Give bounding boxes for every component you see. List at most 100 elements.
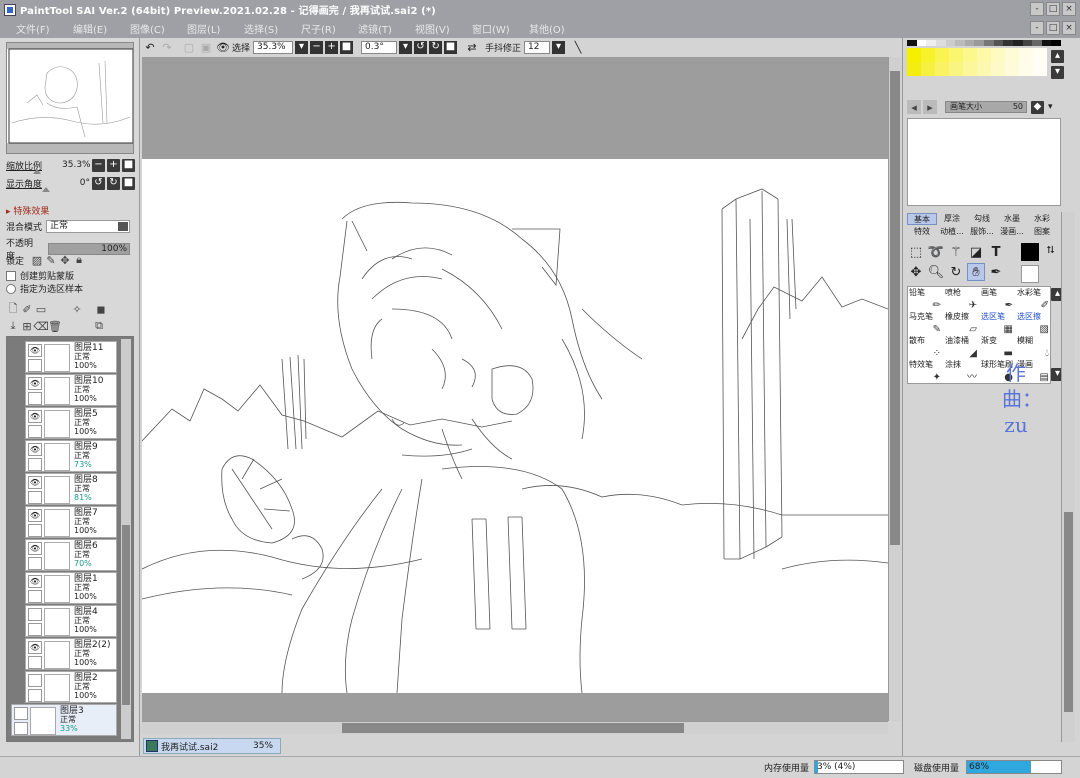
menu-other[interactable]: 其他(O) <box>513 21 570 36</box>
eye-icon[interactable]: 👁︎ <box>28 443 42 456</box>
layer-row[interactable]: 图层2 正常 100% <box>25 671 117 703</box>
doc-minimize-button[interactable]: - <box>1030 21 1044 35</box>
rotate-reset-button[interactable]: ■ <box>122 176 135 190</box>
layer-link-checkbox[interactable] <box>14 722 28 735</box>
brush-cell[interactable]: 马克笔 ✎ <box>908 312 944 336</box>
text-icon[interactable]: T <box>987 243 1005 261</box>
tab-clothing[interactable]: 服饰... <box>967 226 997 238</box>
eyedropper-icon[interactable]: ✒ <box>987 263 1005 281</box>
move-icon[interactable]: ✥ <box>907 263 925 281</box>
new-layer-icon[interactable]: 🗋︎ <box>6 302 20 316</box>
eye-icon[interactable]: 👁︎ <box>28 344 42 357</box>
toolbar-zoom-dropdown[interactable]: ▾ <box>295 40 309 54</box>
minimize-button[interactable]: - <box>1030 2 1044 16</box>
stabilizer-dropdown[interactable]: ▾ <box>552 40 566 54</box>
merge-down-icon[interactable]: ⊞ <box>20 319 34 333</box>
layer-copy-icon[interactable]: ⧉ <box>92 319 106 333</box>
stabilizer-field[interactable]: 12 <box>524 40 551 54</box>
layer-row[interactable]: 👁︎ 图层2(2) 正常 100% <box>25 638 117 670</box>
flip-horizontal-icon[interactable]: ⇄ <box>465 40 479 54</box>
menu-ruler[interactable]: 尺子(R) <box>285 21 342 36</box>
undo-icon[interactable]: ↶ <box>143 40 157 54</box>
lock-move-icon[interactable]: ✥ <box>58 253 72 267</box>
layer-link-checkbox[interactable] <box>28 524 42 537</box>
layer-row[interactable]: 👁︎ 图层6 正常 70% <box>25 539 117 571</box>
tab-thick[interactable]: 厚涂 <box>937 213 967 225</box>
palette-scroll-up[interactable]: ▴ <box>1051 50 1064 63</box>
layer-link-checkbox[interactable] <box>28 458 42 471</box>
color-palette[interactable] <box>907 48 1047 76</box>
zoom-icon[interactable]: 🔍︎ <box>927 263 945 281</box>
brush-cell[interactable]: 画笔 ✒ <box>980 288 1016 312</box>
layer-link-checkbox[interactable] <box>28 359 42 372</box>
brush-menu-chevron-icon[interactable]: ▾ <box>1048 102 1053 112</box>
brush-cell[interactable]: 特效笔 ✦ <box>908 360 944 383</box>
rotate-icon[interactable]: ↻ <box>947 263 965 281</box>
layer-row[interactable]: 👁︎ 图层9 正常 73% <box>25 440 117 472</box>
doc-close-button[interactable]: × <box>1062 21 1076 35</box>
eye-icon[interactable]: 👁︎ <box>28 509 42 522</box>
zoom-slider-handle[interactable] <box>33 169 41 174</box>
layer-list-scrollbar[interactable] <box>121 339 131 739</box>
layer-link-checkbox[interactable] <box>28 623 42 636</box>
menu-view[interactable]: 视图(V) <box>399 21 456 36</box>
swap-colors-icon[interactable]: ⮁ <box>1041 241 1059 259</box>
menu-edit[interactable]: 编辑(E) <box>57 21 114 36</box>
palette-scroll-down[interactable]: ▾ <box>1051 66 1064 79</box>
layer-effect-icon[interactable]: ✧ <box>70 302 84 316</box>
document-tab[interactable]: 我再试试.sai2 35% <box>143 738 281 754</box>
tab-plants[interactable]: 动植... <box>937 226 967 238</box>
layer-link-checkbox[interactable] <box>28 590 42 603</box>
tab-lineart[interactable]: 勾线 <box>967 213 997 225</box>
effects-section-title[interactable]: ▸ 特殊效果 <box>6 204 49 217</box>
mask-icon[interactable]: ◼ <box>94 302 108 316</box>
rotate-left-button[interactable]: ↺ <box>92 176 105 190</box>
brush-cell[interactable]: 铅笔 ✏ <box>908 288 944 312</box>
lock-paint-icon[interactable]: ✎ <box>44 253 58 267</box>
menu-select[interactable]: 选择(S) <box>228 21 285 36</box>
tab-pattern[interactable]: 图案 <box>1027 226 1057 238</box>
layer-list[interactable]: 👁︎ 图层11 正常 100% 👁︎ 图层10 正常 100% 👁︎ 图层5 正常 100% 👁︎ 图层9… <box>6 336 134 742</box>
brush-cell[interactable]: 模糊 💧︎ <box>1016 336 1050 360</box>
secondary-color-swatch[interactable] <box>1021 265 1039 283</box>
brush-preset-prev-icon[interactable]: ◂ <box>907 100 921 114</box>
toolbar-angle-dropdown[interactable]: ▾ <box>399 40 413 54</box>
angle-value[interactable]: 0° <box>62 178 90 188</box>
right-panel-scrollbar[interactable] <box>1061 212 1075 742</box>
layer-row[interactable]: 图层3 正常 33% <box>11 704 117 736</box>
toolbar-rotate-right-button[interactable]: ↻ <box>429 40 443 54</box>
transfer-down-icon[interactable]: ⤓ <box>6 319 20 333</box>
tab-watercolor[interactable]: 水彩 <box>1027 213 1057 225</box>
eye-icon[interactable]: 👁︎ <box>28 575 42 588</box>
close-button[interactable]: × <box>1062 2 1076 16</box>
blend-mode-select[interactable]: 正常 <box>46 220 130 233</box>
layer-link-checkbox[interactable] <box>28 689 42 702</box>
layer-list-scroll-thumb[interactable] <box>122 525 130 705</box>
zoom-value[interactable]: 35.3% <box>62 160 91 170</box>
selection-visible-icon[interactable]: 👁︎ <box>216 40 230 54</box>
brush-cell[interactable]: 油漆桶 ◢ <box>944 336 980 360</box>
toolbar-zoom-out-button[interactable]: − <box>310 40 324 54</box>
layer-link-checkbox[interactable] <box>28 392 42 405</box>
menu-image[interactable]: 图像(C) <box>114 21 171 36</box>
canvas-paper[interactable] <box>142 159 888 693</box>
lasso-icon[interactable]: ➰ <box>927 243 945 261</box>
eye-icon[interactable]: 👁︎ <box>28 641 42 654</box>
tab-manga[interactable]: 漫画... <box>997 226 1027 238</box>
trash-icon[interactable]: 🗑︎ <box>48 319 62 333</box>
layer-row[interactable]: 👁︎ 图层8 正常 81% <box>25 473 117 505</box>
eye-hidden-icon[interactable] <box>14 707 28 720</box>
brush-cell[interactable]: 橡皮擦 ▱ <box>944 312 980 336</box>
canvas-vertical-scrollbar[interactable] <box>888 57 901 721</box>
brush-size-slider[interactable]: 画笔大小 50 <box>945 101 1027 113</box>
layer-row[interactable]: 👁︎ 图层1 正常 100% <box>25 572 117 604</box>
doc-maximize-button[interactable]: □ <box>1046 21 1060 35</box>
rect-select-icon[interactable]: ⬚ <box>907 243 925 261</box>
maximize-button[interactable]: □ <box>1046 2 1060 16</box>
color-swatch-strip[interactable] <box>907 40 1061 46</box>
brush-settings-icon[interactable]: ◆ <box>1031 100 1044 114</box>
tab-effects[interactable]: 特效 <box>907 226 937 238</box>
canvas-horizontal-scrollbar[interactable] <box>142 721 888 734</box>
menu-window[interactable]: 窗口(W) <box>456 21 513 36</box>
canvas-vscroll-thumb[interactable] <box>890 71 900 545</box>
